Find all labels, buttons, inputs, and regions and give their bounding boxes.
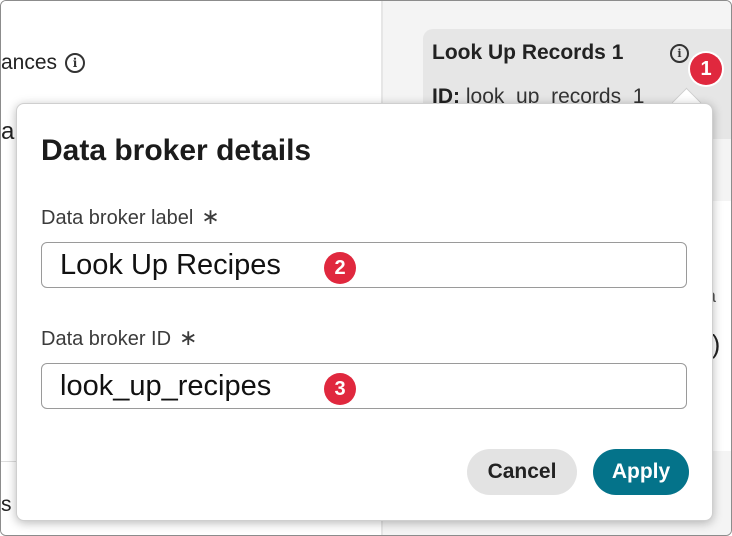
data-broker-dialog: Data broker details Data broker label ∗ L… [16,103,713,521]
id-field-label-text: Data broker ID [41,328,172,350]
left-panel-peek-text: a [1,118,15,145]
required-asterisk-icon: ∗ [179,325,198,350]
id-field-label: Data broker ID ∗ [41,325,198,351]
cancel-button[interactable]: Cancel [467,449,577,495]
card-info-wrapper: i [670,44,689,64]
left-panel-bottom-text: s [1,493,12,516]
app-frame: ances i a s Look Up Records 1 i ID: look_… [0,0,732,536]
left-panel-heading: ances i [1,51,86,75]
info-icon[interactable]: i [65,53,86,73]
required-asterisk-icon: ∗ [201,204,220,229]
dialog-title: Data broker details [41,134,312,167]
data-broker-label-input[interactable]: Look Up Recipes [41,242,687,288]
info-icon[interactable]: i [670,44,689,63]
data-broker-id-input[interactable]: look_up_recipes [41,363,687,409]
card-title: Look Up Records 1 [432,41,624,64]
left-panel-heading-text: ances [1,51,58,74]
apply-button[interactable]: Apply [593,449,689,495]
label-field-label-text: Data broker label [41,207,194,229]
callout-badge-1: 1 [690,53,722,85]
callout-badge-3: 3 [324,373,356,405]
callout-badge-2: 2 [324,252,356,284]
label-field-label: Data broker label ∗ [41,204,220,230]
